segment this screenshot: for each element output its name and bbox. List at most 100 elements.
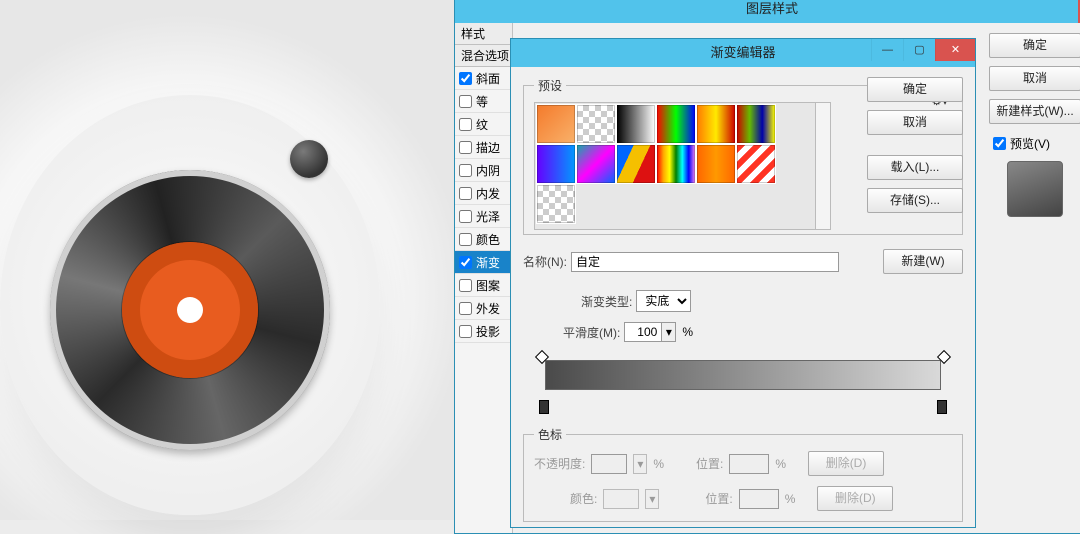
scrollbar[interactable]	[815, 102, 831, 230]
stops-group: 色标 不透明度: ▾ % 位置: % 删除(D) 颜色: ▾ 位置: % 删除(…	[523, 426, 963, 522]
layer-style-title: 图层样式	[746, 1, 798, 16]
effect-row-9[interactable]: 图案	[455, 274, 512, 297]
effect-row-7[interactable]: 颜色	[455, 228, 512, 251]
effect-row-11[interactable]: 投影	[455, 320, 512, 343]
preset-swatch-7[interactable]	[576, 144, 616, 184]
icon-base	[0, 95, 380, 515]
knob-icon	[290, 140, 328, 178]
effect-label: 图案	[476, 277, 500, 294]
maximize-button[interactable]: ▢	[903, 39, 935, 61]
preset-swatch-6[interactable]	[536, 144, 576, 184]
style-preview	[1007, 161, 1063, 217]
effect-checkbox[interactable]	[459, 141, 472, 154]
position-label-2: 位置:	[705, 490, 732, 507]
preset-swatch-3[interactable]	[656, 104, 696, 144]
effect-row-3[interactable]: 描边	[455, 136, 512, 159]
effect-checkbox[interactable]	[459, 164, 472, 177]
effect-checkbox[interactable]	[459, 187, 472, 200]
effect-checkbox[interactable]	[459, 210, 472, 223]
delete-opacity-stop-button: 删除(D)	[808, 451, 884, 476]
effect-row-0[interactable]: 斜面	[455, 67, 512, 90]
effect-label: 颜色	[476, 231, 500, 248]
effect-label: 外发	[476, 300, 500, 317]
effect-row-6[interactable]: 光泽	[455, 205, 512, 228]
ge-ok-button[interactable]: 确定	[867, 77, 963, 102]
effect-row-2[interactable]: 纹	[455, 113, 512, 136]
presets-legend: 预设	[534, 77, 566, 94]
effect-checkbox[interactable]	[459, 256, 472, 269]
ge-load-button[interactable]: 载入(L)...	[867, 155, 963, 180]
effect-row-8[interactable]: 渐变	[455, 251, 512, 274]
smooth-input[interactable]	[624, 322, 662, 342]
effect-label: 纹	[476, 116, 488, 133]
preset-swatch-10[interactable]	[696, 144, 736, 184]
stops-legend: 色标	[534, 426, 566, 443]
color-stop-left[interactable]	[539, 400, 549, 414]
preset-swatch-11[interactable]	[736, 144, 776, 184]
layer-style-buttons: 确定 取消 新建样式(W)... 预览(V)	[981, 23, 1080, 227]
name-label: 名称(N):	[523, 253, 567, 270]
gradient-editor-titlebar[interactable]: 渐变编辑器 — ▢ ✕	[511, 39, 975, 67]
ok-button[interactable]: 确定	[989, 33, 1080, 58]
layer-style-titlebar[interactable]: 图层样式	[455, 0, 1080, 23]
close-button[interactable]: ✕	[935, 39, 975, 61]
position-label: 位置:	[696, 455, 723, 472]
preset-swatch-8[interactable]	[616, 144, 656, 184]
preview-checkbox[interactable]	[993, 137, 1006, 150]
effect-checkbox[interactable]	[459, 325, 472, 338]
ge-cancel-button[interactable]: 取消	[867, 110, 963, 135]
preset-swatch-2[interactable]	[616, 104, 656, 144]
preset-swatch-4[interactable]	[696, 104, 736, 144]
color-stop-right[interactable]	[937, 400, 947, 414]
gradient-type-select[interactable]: 实底	[636, 290, 691, 312]
chevron-down-icon: ▾	[645, 489, 659, 509]
effect-checkbox[interactable]	[459, 302, 472, 315]
effect-label: 描边	[476, 139, 500, 156]
effect-checkbox[interactable]	[459, 95, 472, 108]
smooth-label: 平滑度(M):	[563, 324, 620, 341]
chevron-down-icon: ▾	[633, 454, 647, 474]
preset-swatch-9[interactable]	[656, 144, 696, 184]
effect-label: 内阴	[476, 162, 500, 179]
blend-options-tab[interactable]: 混合选项	[455, 45, 512, 67]
effect-label: 光泽	[476, 208, 500, 225]
vinyl-center-icon	[177, 297, 203, 323]
preview-toggle[interactable]: 预览(V)	[989, 134, 1080, 153]
effect-checkbox[interactable]	[459, 72, 472, 85]
color-label: 颜色:	[570, 490, 597, 507]
gradient-name-input[interactable]	[571, 252, 839, 272]
effect-checkbox[interactable]	[459, 233, 472, 246]
gradient-bar[interactable]	[545, 360, 941, 390]
effects-list: 样式 混合选项 斜面等纹描边内阴内发光泽颜色渐变图案外发投影	[455, 23, 513, 533]
effect-row-4[interactable]: 内阴	[455, 159, 512, 182]
cancel-button[interactable]: 取消	[989, 66, 1080, 91]
effect-label: 渐变	[476, 254, 500, 271]
effect-row-10[interactable]: 外发	[455, 297, 512, 320]
effect-label: 斜面	[476, 70, 500, 87]
preview-label: 预览(V)	[1010, 135, 1050, 152]
ge-save-button[interactable]: 存储(S)...	[867, 188, 963, 213]
color-position-input	[739, 489, 779, 509]
opacity-input	[591, 454, 627, 474]
effect-row-5[interactable]: 内发	[455, 182, 512, 205]
preset-swatch-12[interactable]	[536, 184, 576, 224]
preset-swatch-0[interactable]	[536, 104, 576, 144]
minimize-button[interactable]: —	[871, 39, 903, 61]
effect-checkbox[interactable]	[459, 279, 472, 292]
ge-new-button[interactable]: 新建(W)	[883, 249, 963, 274]
preset-swatch-5[interactable]	[736, 104, 776, 144]
color-swatch	[603, 489, 639, 509]
gradient-editor-dialog: 渐变编辑器 — ▢ ✕ 预设 ⚙︎▾ 确定 取消 载入(L)... 存储(S).…	[510, 38, 976, 528]
delete-color-stop-button: 删除(D)	[817, 486, 893, 511]
effect-label: 投影	[476, 323, 500, 340]
effect-checkbox[interactable]	[459, 118, 472, 131]
opacity-label: 不透明度:	[534, 455, 585, 472]
styles-tab[interactable]: 样式	[455, 23, 512, 45]
new-style-button[interactable]: 新建样式(W)...	[989, 99, 1080, 124]
preset-swatch-1[interactable]	[576, 104, 616, 144]
gradient-editor-title: 渐变编辑器	[710, 45, 775, 60]
effect-row-1[interactable]: 等	[455, 90, 512, 113]
chevron-down-icon[interactable]: ▾	[662, 322, 676, 342]
vinyl-disc-icon	[50, 170, 330, 450]
document-canvas	[0, 0, 456, 520]
